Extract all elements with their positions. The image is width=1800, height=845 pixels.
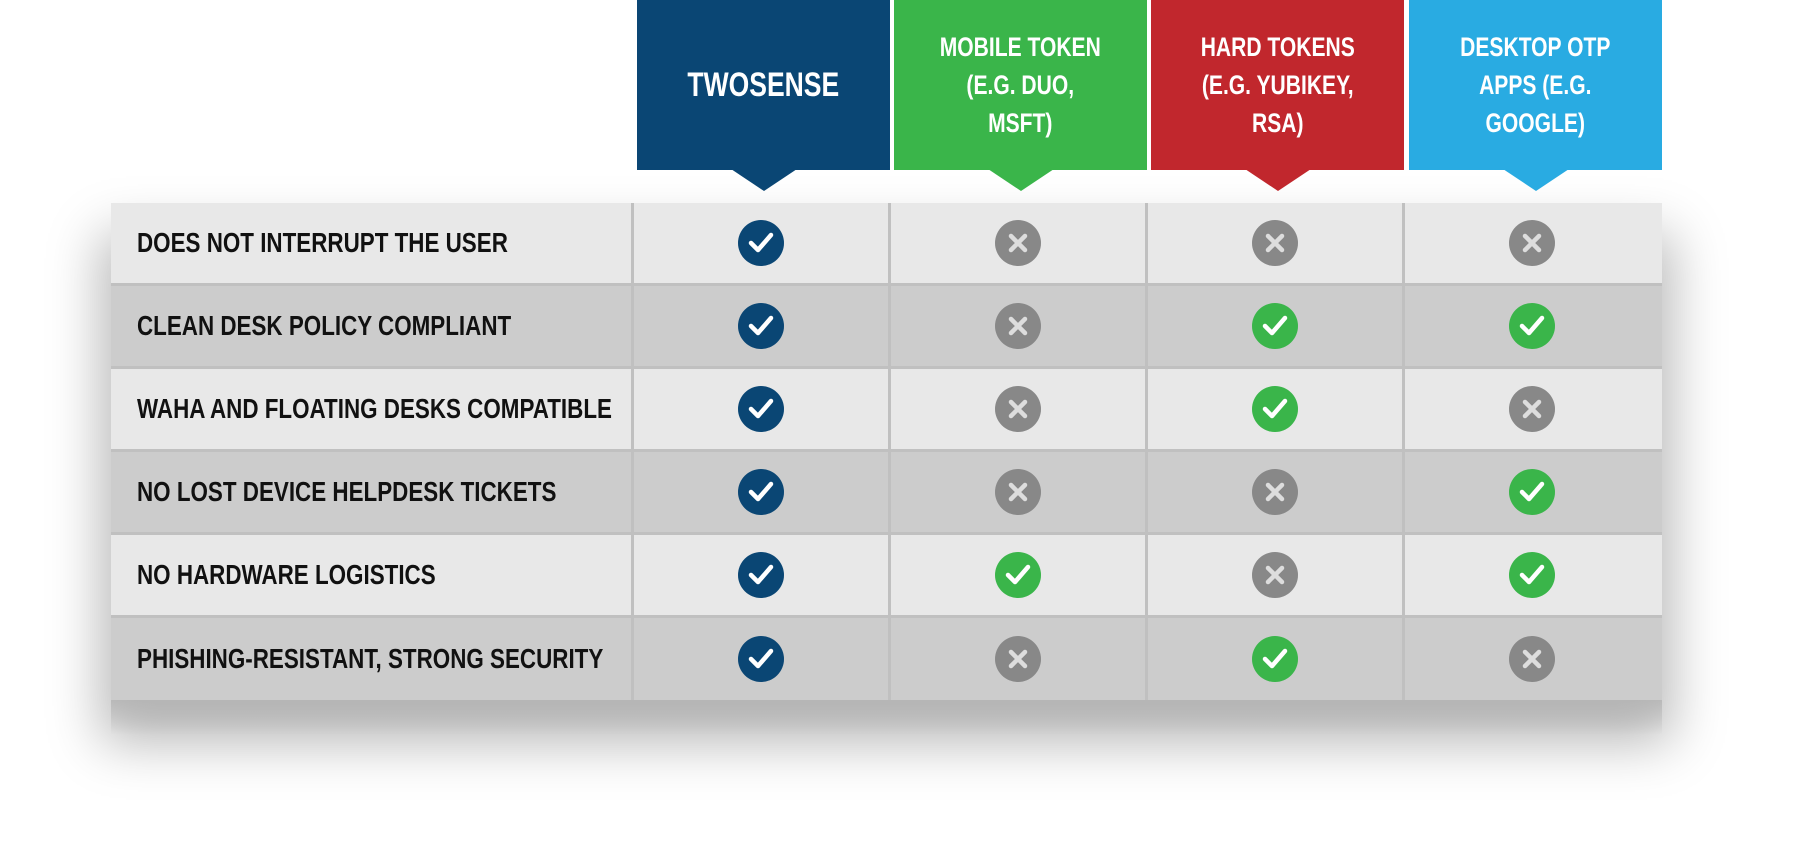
cell-mobile [891, 203, 1148, 283]
column-header-label: HARD TOKENS (E.G. YUBIKEY, RSA) [1200, 28, 1354, 142]
check-icon [738, 303, 784, 349]
row-label: NO LOST DEVICE HELPDESK TICKETS [137, 476, 557, 507]
check-icon [738, 386, 784, 432]
row-label-cell: NO HARDWARE LOGISTICS [111, 535, 634, 615]
comparison-table: DOES NOT INTERRUPT THE USER CLEAN DESK PO… [111, 203, 1662, 700]
cross-icon [1252, 469, 1298, 515]
header-pointer [987, 169, 1054, 191]
table-row: DOES NOT INTERRUPT THE USER [111, 203, 1662, 286]
cell-hard [1148, 452, 1405, 532]
cell-desktop [1405, 286, 1659, 366]
cell-twosense [634, 203, 891, 283]
cell-twosense [634, 535, 891, 615]
row-label: PHISHING-RESISTANT, STRONG SECURITY [137, 643, 604, 674]
check-icon [738, 469, 784, 515]
header-line: MOBILE TOKEN [939, 32, 1102, 62]
table-row: NO LOST DEVICE HELPDESK TICKETS [111, 452, 1662, 535]
column-header-label: TWOSENSE [687, 66, 840, 104]
cross-icon [1509, 386, 1555, 432]
cell-mobile [891, 369, 1148, 449]
row-label: WAHA AND FLOATING DESKS COMPATIBLE [137, 393, 612, 424]
header-line: (E.G. YUBIKEY, [1201, 70, 1354, 100]
header-pointer [1244, 169, 1311, 191]
row-label: CLEAN DESK POLICY COMPLIANT [137, 310, 512, 341]
row-label-cell: DOES NOT INTERRUPT THE USER [111, 203, 634, 283]
cell-twosense [634, 369, 891, 449]
cell-twosense [634, 618, 891, 700]
cross-icon [995, 386, 1041, 432]
cell-hard [1148, 286, 1405, 366]
header-line: GOOGLE) [1485, 108, 1586, 138]
row-label: NO HARDWARE LOGISTICS [137, 559, 436, 590]
check-icon [1252, 386, 1298, 432]
cross-icon [995, 303, 1041, 349]
cell-hard [1148, 369, 1405, 449]
cell-desktop [1405, 452, 1659, 532]
cross-icon [1252, 220, 1298, 266]
check-icon [995, 552, 1041, 598]
column-header-label: DESKTOP OTP APPS (E.G. GOOGLE) [1460, 28, 1610, 142]
cell-hard [1148, 618, 1405, 700]
cell-twosense [634, 452, 891, 532]
header-line: RSA) [1251, 108, 1304, 138]
cell-hard [1148, 535, 1405, 615]
check-icon [1252, 636, 1298, 682]
cell-mobile [891, 535, 1148, 615]
row-label-cell: PHISHING-RESISTANT, STRONG SECURITY [111, 618, 634, 700]
header-line: HARD TOKENS [1200, 32, 1355, 62]
cell-mobile [891, 618, 1148, 700]
cross-icon [995, 220, 1041, 266]
row-label: DOES NOT INTERRUPT THE USER [137, 227, 508, 258]
cross-icon [995, 469, 1041, 515]
cell-desktop [1405, 618, 1659, 700]
cell-mobile [891, 286, 1148, 366]
row-label-cell: CLEAN DESK POLICY COMPLIANT [111, 286, 634, 366]
header-line: DESKTOP OTP [1460, 32, 1611, 62]
column-header-hard: HARD TOKENS (E.G. YUBIKEY, RSA) [1151, 0, 1404, 170]
cross-icon [1252, 552, 1298, 598]
table-row: WAHA AND FLOATING DESKS COMPATIBLE [111, 369, 1662, 452]
check-icon [738, 552, 784, 598]
cell-hard [1148, 203, 1405, 283]
column-header-label: MOBILE TOKEN (E.G. DUO, MSFT) [940, 28, 1101, 142]
table-row: CLEAN DESK POLICY COMPLIANT [111, 286, 1662, 369]
check-icon [738, 220, 784, 266]
row-label-cell: WAHA AND FLOATING DESKS COMPATIBLE [111, 369, 634, 449]
header-pointer [730, 169, 797, 191]
check-icon [1252, 303, 1298, 349]
header-line: (E.G. DUO, [966, 70, 1075, 100]
column-header-desktop: DESKTOP OTP APPS (E.G. GOOGLE) [1409, 0, 1662, 170]
check-icon [1509, 469, 1555, 515]
cross-icon [1509, 636, 1555, 682]
cell-desktop [1405, 369, 1659, 449]
cell-twosense [634, 286, 891, 366]
cell-mobile [891, 452, 1148, 532]
column-header-twosense: TWOSENSE [637, 0, 890, 170]
row-label-cell: NO LOST DEVICE HELPDESK TICKETS [111, 452, 634, 532]
check-icon [1509, 303, 1555, 349]
cell-desktop [1405, 203, 1659, 283]
cross-icon [995, 636, 1041, 682]
table-row: NO HARDWARE LOGISTICS [111, 535, 1662, 618]
column-header-mobile: MOBILE TOKEN (E.G. DUO, MSFT) [894, 0, 1147, 170]
cell-desktop [1405, 535, 1659, 615]
header-line: MSFT) [988, 108, 1053, 138]
header-pointer [1502, 169, 1569, 191]
table-row: PHISHING-RESISTANT, STRONG SECURITY [111, 618, 1662, 700]
check-icon [738, 636, 784, 682]
check-icon [1509, 552, 1555, 598]
cross-icon [1509, 220, 1555, 266]
header-line: APPS (E.G. [1479, 70, 1592, 100]
